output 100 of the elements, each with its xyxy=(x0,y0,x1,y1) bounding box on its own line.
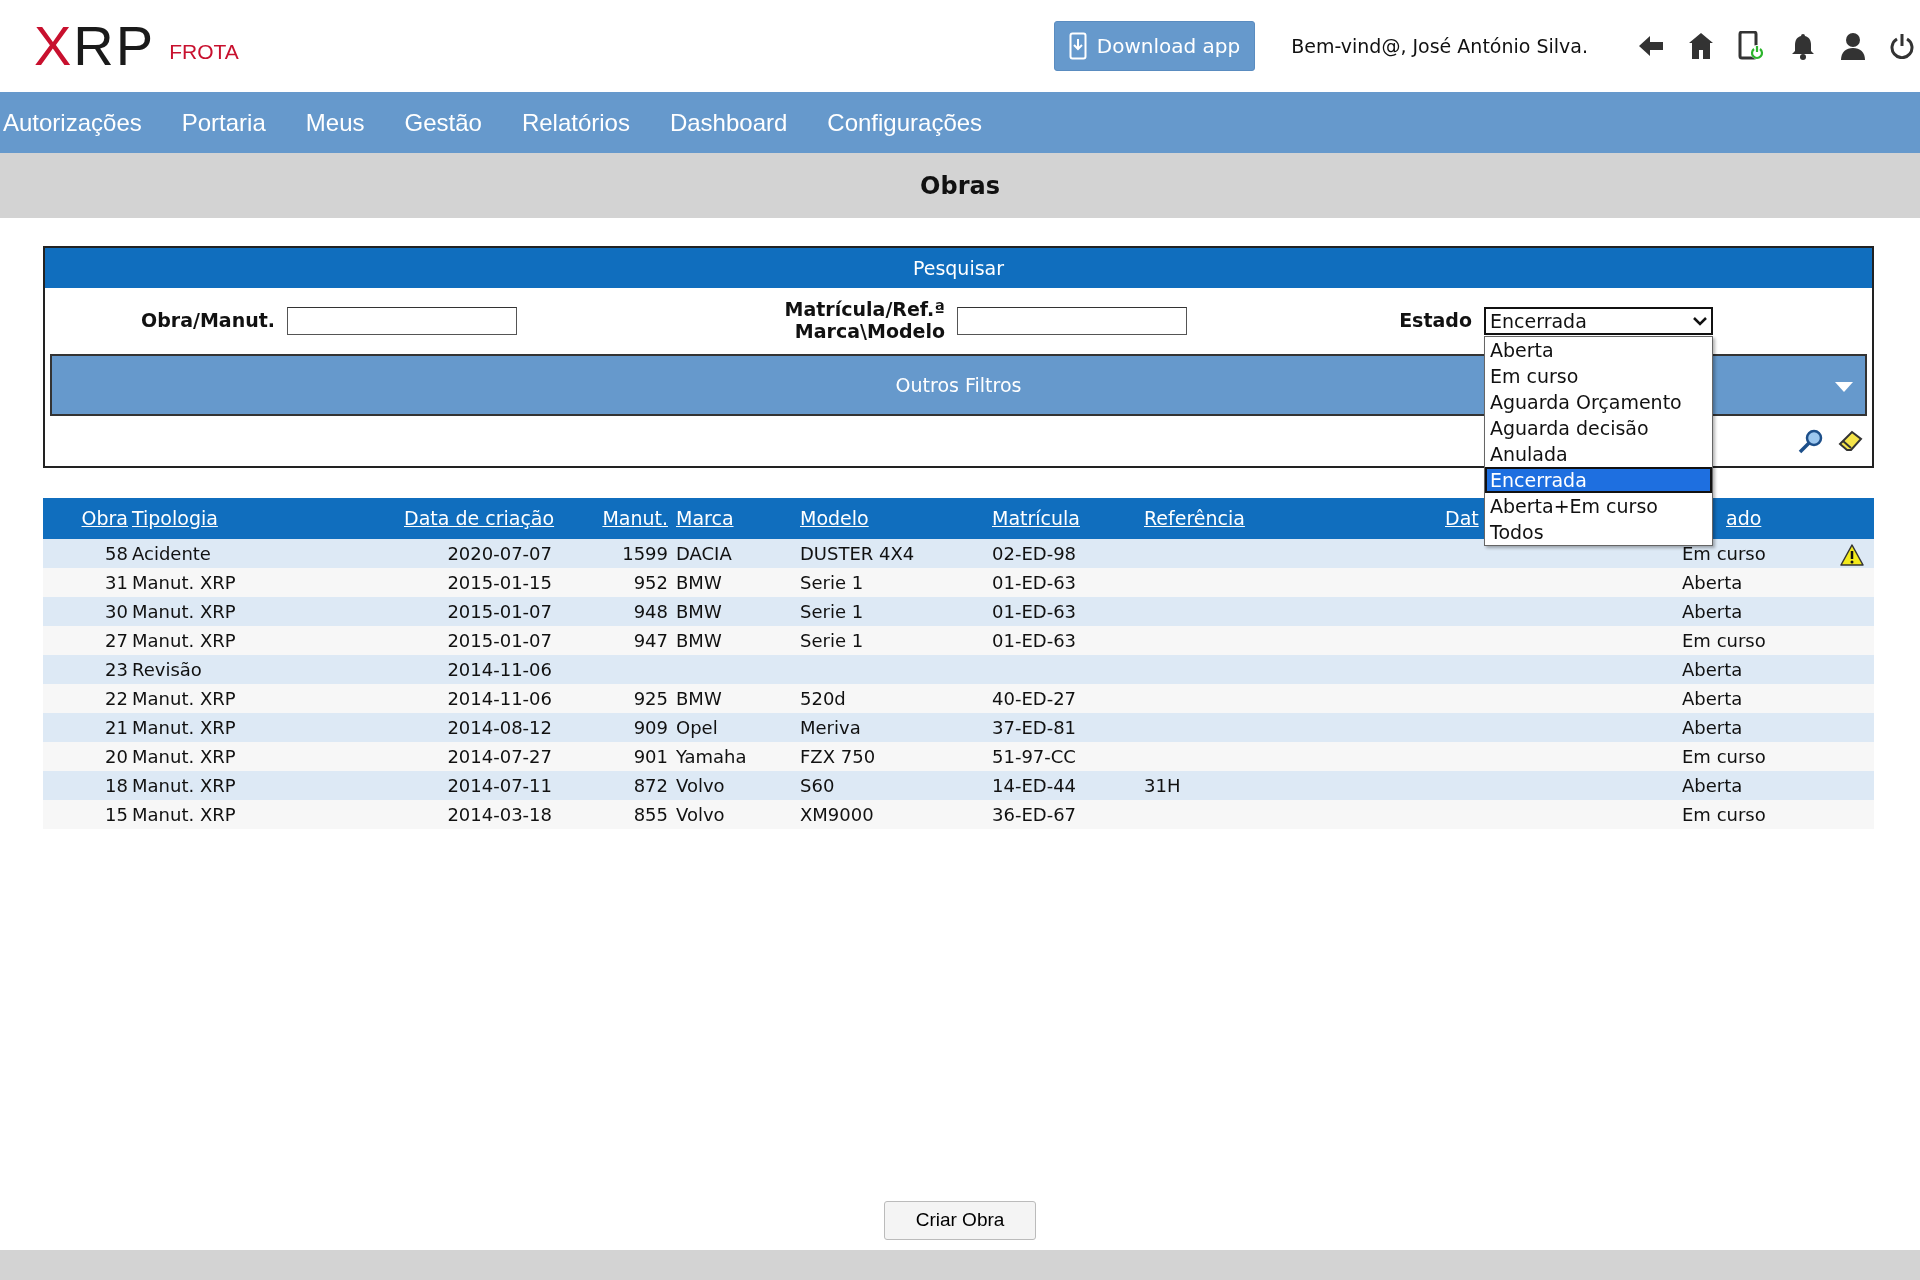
logo-subtitle: FROTA xyxy=(169,39,239,66)
table-cell: Aberta xyxy=(1678,655,1836,684)
table-cell: Acidente xyxy=(128,539,400,568)
table-cell: 520d xyxy=(796,684,988,713)
table-cell: 2014-07-11 xyxy=(400,771,558,800)
estado-select[interactable]: Encerrada xyxy=(1484,307,1713,335)
table-cell: 2014-03-18 xyxy=(400,800,558,829)
dropdown-option[interactable]: Anulada xyxy=(1485,441,1712,467)
table-cell: 01-ED-63 xyxy=(988,568,1140,597)
table-cell: BMW xyxy=(672,597,796,626)
table-cell: 37-ED-81 xyxy=(988,713,1140,742)
table-cell: 2015-01-15 xyxy=(400,568,558,597)
table-cell: 30 xyxy=(43,597,128,626)
phone-download-icon xyxy=(1068,32,1087,60)
dropdown-option[interactable]: Em curso xyxy=(1485,363,1712,389)
table-cell: Opel xyxy=(672,713,796,742)
table-cell: 18 xyxy=(43,771,128,800)
user-icon[interactable] xyxy=(1840,32,1866,60)
table-cell: 2014-11-06 xyxy=(400,684,558,713)
field-label: Obra/Manut. xyxy=(140,310,275,332)
table-cell: 36-ED-67 xyxy=(988,800,1140,829)
table-cell: Serie 1 xyxy=(796,568,988,597)
logo: XRP xyxy=(34,18,156,74)
table-cell: Aberta xyxy=(1678,568,1836,597)
table-cell: 23 xyxy=(43,655,128,684)
table-cell: 02-ED-98 xyxy=(988,539,1140,568)
table-cell: 2014-11-06 xyxy=(400,655,558,684)
nav-link[interactable]: Gestão xyxy=(384,104,502,141)
nav-link[interactable]: Autorizações xyxy=(0,104,162,141)
table-cell: Manut. XRP xyxy=(128,568,400,597)
table-cell: Manut. XRP xyxy=(128,626,400,655)
nav-link[interactable]: Dashboard xyxy=(649,104,808,141)
table-cell: 901 xyxy=(558,742,672,771)
table-cell: 01-ED-63 xyxy=(988,597,1140,626)
nav-link[interactable]: Meus xyxy=(285,104,385,141)
table-cell: Yamaha xyxy=(672,742,796,771)
nav-link[interactable]: Configurações xyxy=(807,104,1003,141)
table-cell: 14-ED-44 xyxy=(988,771,1140,800)
bell-icon[interactable] xyxy=(1790,32,1816,60)
table-cell: BMW xyxy=(672,568,796,597)
table-cell: XM9000 xyxy=(796,800,988,829)
table-cell: BMW xyxy=(672,684,796,713)
table-cell: Aberta xyxy=(1678,597,1836,626)
back-icon[interactable] xyxy=(1638,34,1664,58)
download-button[interactable]: Download app xyxy=(1053,21,1256,71)
table-cell: 855 xyxy=(558,800,672,829)
table-cell: Manut. XRP xyxy=(128,742,400,771)
table-cell: 2015-01-07 xyxy=(400,626,558,655)
table-cell: 2014-08-12 xyxy=(400,713,558,742)
chevron-icon xyxy=(1693,316,1707,326)
table-cell: 01-ED-63 xyxy=(988,626,1140,655)
table-cell: 948 xyxy=(558,597,672,626)
field-label: Estado xyxy=(1398,310,1472,332)
create-button[interactable]: Criar Obra xyxy=(884,1201,1036,1240)
column-header-link[interactable]: Tipologia xyxy=(132,507,218,530)
column-header-link[interactable]: Referência xyxy=(1144,507,1245,530)
table-cell: 21 xyxy=(43,713,128,742)
table-cell: Manut. XRP xyxy=(128,771,400,800)
table-cell: Meriva xyxy=(796,713,988,742)
column-header-link[interactable]: ado xyxy=(1726,507,1762,530)
eraser-icon[interactable] xyxy=(1838,430,1864,452)
nav-link[interactable]: Relatórios xyxy=(501,104,650,141)
page-title: Obras xyxy=(0,153,1920,218)
table-cell: S60 xyxy=(796,771,988,800)
table-cell: Em curso xyxy=(1678,800,1836,829)
table-cell: Em curso xyxy=(1678,539,1836,568)
column-header-link[interactable]: Dat xyxy=(1445,507,1479,530)
table-cell: DACIA xyxy=(672,539,796,568)
nav-link[interactable]: Portaria xyxy=(161,104,286,141)
dropdown-option[interactable]: Aguarda decisão xyxy=(1485,415,1712,441)
table-cell: Serie 1 xyxy=(796,597,988,626)
phone-power-icon[interactable] xyxy=(1738,31,1766,61)
table-cell: 27 xyxy=(43,626,128,655)
table-cell: Em curso xyxy=(1678,626,1836,655)
text-field[interactable] xyxy=(957,307,1187,335)
table-cell: 22 xyxy=(43,684,128,713)
dropdown-option[interactable]: Aguarda Orçamento xyxy=(1485,389,1712,415)
dropdown-option[interactable]: Aberta+Em curso xyxy=(1485,493,1712,519)
text-field[interactable] xyxy=(287,307,517,335)
table-cell: 2015-01-07 xyxy=(400,597,558,626)
table-cell: 58 xyxy=(43,539,128,568)
caret-icon xyxy=(1835,382,1853,392)
table-cell: Manut. XRP xyxy=(128,684,400,713)
power-icon[interactable] xyxy=(1890,33,1914,59)
table-cell: 1599 xyxy=(558,539,672,568)
dropdown-option[interactable]: Encerrada xyxy=(1485,467,1712,493)
table-cell: Serie 1 xyxy=(796,626,988,655)
table-cell: Manut. XRP xyxy=(128,597,400,626)
table-cell: BMW xyxy=(672,626,796,655)
table-cell: 909 xyxy=(558,713,672,742)
home-icon[interactable] xyxy=(1688,32,1714,60)
table-cell: 31H xyxy=(1140,771,1441,800)
table-cell: Volvo xyxy=(672,800,796,829)
table-cell: Em curso xyxy=(1678,742,1836,771)
panel-header: Pesquisar xyxy=(45,248,1872,288)
table-cell: 925 xyxy=(558,684,672,713)
table-cell: 31 xyxy=(43,568,128,597)
table-cell: DUSTER 4X4 xyxy=(796,539,988,568)
table-cell: 947 xyxy=(558,626,672,655)
search-icon[interactable] xyxy=(1798,428,1824,454)
